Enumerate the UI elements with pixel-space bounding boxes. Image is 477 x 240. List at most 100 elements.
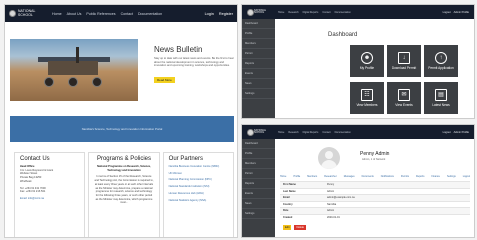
sidebar-item-settings[interactable]: Settings — [242, 89, 275, 99]
logo-text[interactable]: NATIONAL SCHOOL — [254, 10, 270, 15]
programs-subtitle: National Programme on Research, Science,… — [97, 165, 151, 172]
sidebar-item-permit[interactable]: Permit — [242, 169, 275, 179]
tile-view-events[interactable]: ✉ View Events — [387, 82, 421, 114]
profile-tab[interactable]: Profile — [293, 175, 300, 178]
sidebar-item-profile[interactable]: Profile — [242, 149, 275, 159]
rover-wheel — [44, 77, 54, 87]
email-link[interactable]: Email: info@ncrst.na — [20, 197, 79, 201]
app-nav-links: Home Research Digital Reports Contact Do… — [278, 131, 351, 134]
read-more-button[interactable]: Read More — [154, 76, 175, 83]
profile-tab[interactable]: Finance — [431, 175, 440, 178]
sidebar-item-dashboard[interactable]: Dashboard — [242, 139, 275, 149]
logo-text[interactable]: NATIONAL SCHOOL — [254, 130, 270, 135]
envelope-icon: ✉ — [398, 88, 410, 101]
sidebar-item-reports[interactable]: Reports — [242, 59, 275, 69]
rover-wheel — [68, 77, 78, 87]
app-nav-link[interactable]: Contact — [322, 11, 330, 14]
profile-tab[interactable]: Researcher — [324, 175, 336, 178]
nav-link-references[interactable]: Public References — [86, 12, 115, 16]
sidebar-item-permit[interactable]: Permit — [242, 49, 275, 59]
profile-tab[interactable]: Members — [307, 175, 317, 178]
programs-column: Programs & Policies National Programme o… — [88, 152, 160, 237]
partner-link[interactable]: Namibia Business Innovation Centre (NBIC… — [169, 165, 228, 169]
nav-link-home[interactable]: Home — [52, 12, 62, 16]
app-nav-link[interactable]: Home — [278, 11, 284, 14]
app-nav-link[interactable]: Contact — [322, 131, 330, 134]
partner-link[interactable]: National Statistics Agency (NSA) — [169, 199, 228, 203]
profile-tabs: Home Profile Members Researcher Messages… — [280, 175, 470, 178]
profile-tab[interactable]: Documents — [362, 175, 374, 178]
rover-mast — [76, 47, 79, 63]
field-label: Created — [280, 213, 324, 221]
tile-label: Latest News — [432, 102, 450, 107]
edit-button[interactable]: Edit — [283, 225, 292, 230]
sidebar-item-members[interactable]: Members — [242, 39, 275, 49]
sidebar-item-profile[interactable]: Profile — [242, 29, 275, 39]
profile-tab[interactable]: Permits — [401, 175, 409, 178]
tile-download-permit[interactable]: ↓ Download Permit — [387, 45, 421, 77]
app-nav-link[interactable]: Digital Reports — [303, 131, 319, 134]
admin-profile-link[interactable]: Admin Profile — [454, 11, 469, 14]
hero-text: Stay up to date with our latest news and… — [154, 57, 234, 67]
tile-my-profile[interactable]: ☻ My Profile — [350, 45, 384, 77]
partners-title: Our Partners — [168, 156, 204, 162]
app-nav-link[interactable]: Documentation — [335, 131, 351, 134]
admin-profile-link[interactable]: Admin Profile — [454, 131, 469, 134]
profile-tab[interactable]: Messages — [344, 175, 355, 178]
account-links: Logout Admin Profile — [443, 11, 469, 14]
hero-copy: News Bulletin Stay up to date with our l… — [138, 39, 234, 101]
site-nav-links: Home About Us Public References Contact … — [52, 12, 162, 16]
account-links: Logout Admin Profile — [443, 131, 469, 134]
sidebar-item-settings[interactable]: Settings — [242, 209, 275, 219]
profile-tab[interactable]: Logout — [463, 175, 470, 178]
logout-link[interactable]: Logout — [443, 131, 451, 134]
profile-name: Penny Admin — [360, 151, 390, 157]
logo-emblem-icon — [247, 8, 254, 16]
login-link[interactable]: Login — [205, 12, 214, 16]
sidebar-item-events[interactable]: Events — [242, 69, 275, 79]
tile-label: Download Permit — [391, 65, 417, 70]
field-value: 2020-01-01 — [324, 213, 470, 221]
profile-details-table: First Name Penny Last Name Admin Email a… — [280, 181, 470, 221]
sidebar-item-news[interactable]: News — [242, 199, 275, 209]
public-website-panel: NATIONAL SCHOOL Home About Us Public Ref… — [4, 4, 238, 238]
sidebar-item-dashboard[interactable]: Dashboard — [242, 19, 275, 29]
nav-link-about[interactable]: About Us — [67, 12, 82, 16]
programs-title: Programs & Policies — [96, 156, 151, 162]
app-nav-link[interactable]: Research — [288, 131, 298, 134]
profile-tab[interactable]: Reports — [416, 175, 424, 178]
app-nav-links: Home Research Digital Reports Contact Do… — [278, 11, 351, 14]
delete-button[interactable]: Delete — [294, 225, 306, 230]
profile-tab[interactable]: Notifications — [381, 175, 394, 178]
nav-link-contact[interactable]: Contact — [121, 12, 133, 16]
dashboard-sidebar: Dashboard Profile Members Permit Reports… — [242, 19, 275, 118]
app-nav-link[interactable]: Digital Reports — [303, 11, 319, 14]
sidebar-item-members[interactable]: Members — [242, 159, 275, 169]
tile-permit-application[interactable]: ↑ Permit Application — [424, 45, 458, 77]
site-auth-links: Login Register — [205, 12, 233, 16]
profile-tab[interactable]: Settings — [447, 175, 456, 178]
app-nav-link[interactable]: Documentation — [335, 11, 351, 14]
dashboard-panel: NATIONAL SCHOOL Home Research Digital Re… — [241, 4, 475, 119]
profile-tab[interactable]: Home — [280, 175, 286, 178]
app-nav-link[interactable]: Home — [278, 131, 284, 134]
sidebar-item-events[interactable]: Events — [242, 189, 275, 199]
partners-column: Our Partners Namibia Business Innovation… — [162, 152, 234, 237]
profile-sidebar: Dashboard Profile Members Permit Reports… — [242, 139, 275, 237]
tile-label: View Events — [395, 102, 413, 107]
newspaper-icon: ▤ — [435, 88, 447, 101]
sidebar-item-news[interactable]: News — [242, 79, 275, 89]
download-icon: ↓ — [398, 51, 410, 64]
app-nav-link[interactable]: Research — [288, 11, 298, 14]
sidebar-item-reports[interactable]: Reports — [242, 179, 275, 189]
register-link[interactable]: Register — [219, 12, 233, 16]
tile-label: View Members — [356, 102, 378, 107]
nav-link-documentation[interactable]: Documentation — [138, 12, 162, 16]
site-logo[interactable]: NATIONAL SCHOOL — [9, 9, 42, 17]
tile-latest-news[interactable]: ▤ Latest News — [424, 82, 458, 114]
avatar-head — [325, 151, 333, 159]
tile-view-members[interactable]: ☷ View Members — [350, 82, 384, 114]
banner-text: Namibia's Science, Technology and Innova… — [81, 127, 163, 131]
avatar[interactable] — [318, 147, 340, 169]
logout-link[interactable]: Logout — [443, 11, 451, 14]
